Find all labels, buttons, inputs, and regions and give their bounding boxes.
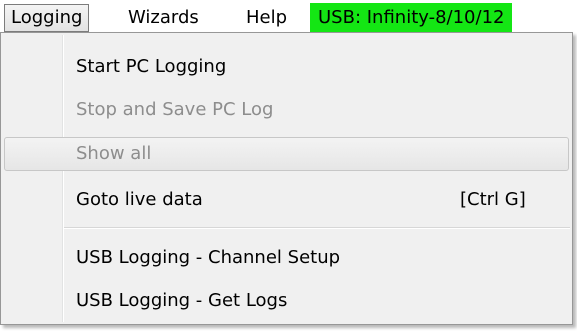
menu-item-shortcut: [Ctrl G] [460, 189, 526, 210]
menu-bar: Logging Wizards Help USB: Infinity-8/10/… [0, 0, 577, 36]
menu-item-label: Goto live data [76, 189, 203, 210]
menu-item-label: Start PC Logging [76, 56, 227, 77]
menu-item-stop-and-save-pc-log[interactable]: Stop and Save PC Log [4, 93, 569, 127]
menu-item-label: Stop and Save PC Log [76, 99, 274, 120]
menu-logging[interactable]: Logging [4, 4, 90, 32]
menu-item-label: USB Logging - Channel Setup [76, 247, 341, 268]
menu-item-usb-logging-get-logs[interactable]: USB Logging - Get Logs [4, 284, 569, 318]
usb-status-indicator: USB: Infinity-8/10/12 [310, 3, 513, 33]
menu-item-label: USB Logging - Get Logs [76, 290, 288, 311]
logging-dropdown-menu: Start PC Logging Stop and Save PC Log Sh… [0, 32, 573, 325]
menu-wizards[interactable]: Wizards [128, 4, 199, 32]
menu-item-start-pc-logging[interactable]: Start PC Logging [4, 50, 569, 84]
menu-item-label: Show all [76, 143, 152, 164]
menu-item-usb-logging-channel-setup[interactable]: USB Logging - Channel Setup [4, 241, 569, 275]
menu-item-goto-live-data[interactable]: Goto live data [Ctrl G] [4, 183, 569, 217]
menu-help[interactable]: Help [246, 4, 287, 32]
menu-separator [64, 227, 570, 229]
menu-item-show-all[interactable]: Show all [4, 137, 569, 171]
